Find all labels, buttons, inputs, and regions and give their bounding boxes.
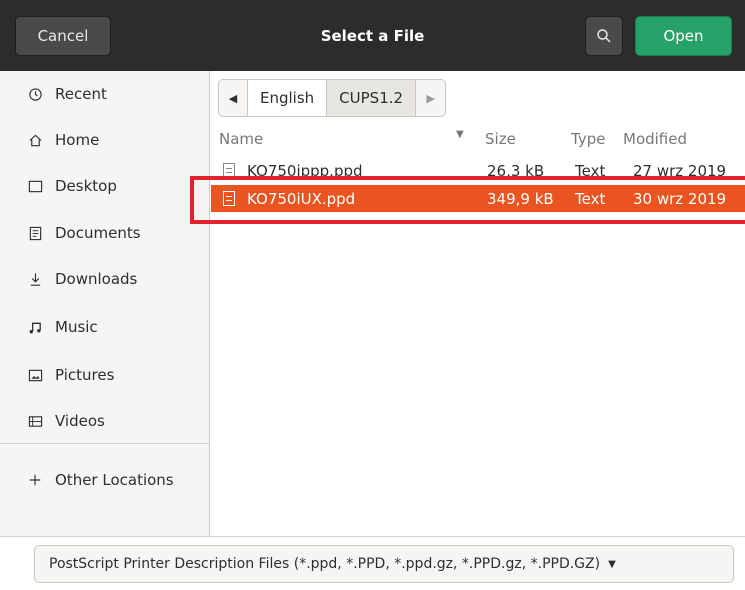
sidebar-item-label: Other Locations [55, 471, 174, 489]
file-name: KO750iUX.ppd [247, 189, 356, 208]
videos-icon [27, 413, 43, 429]
file-row-selected[interactable]: KO750iUX.ppd 349,9 kB Text 30 wrz 2019 [211, 185, 745, 212]
documents-icon [27, 225, 43, 241]
file-type-filter-dropdown[interactable]: PostScript Printer Description Files (*.… [34, 545, 734, 583]
sidebar-item-label: Home [55, 131, 100, 149]
sidebar-item-recent[interactable]: Recent [0, 71, 209, 117]
plus-icon [27, 472, 43, 488]
chevron-down-icon: ▼ [608, 558, 616, 570]
sidebar-item-label: Videos [55, 412, 105, 430]
sidebar-item-label: Recent [55, 85, 107, 103]
search-button[interactable] [585, 16, 623, 56]
chevron-right-icon: ▶ [426, 91, 435, 105]
sidebar-item-downloads[interactable]: Downloads [0, 256, 209, 302]
sidebar-item-label: Desktop [55, 177, 117, 195]
search-icon [597, 29, 611, 43]
download-icon [27, 271, 43, 287]
sidebar-item-other-locations[interactable]: Other Locations [0, 457, 209, 503]
file-browser: ◀ English CUPS1.2 ▶ Name ▼ Size Type Mod… [211, 71, 745, 536]
column-header-name[interactable]: Name [219, 125, 263, 153]
desktop-icon [27, 178, 43, 194]
text-file-icon [223, 191, 235, 206]
sidebar-divider [0, 443, 209, 444]
clock-icon [27, 86, 43, 102]
path-forward-button[interactable]: ▶ [416, 79, 447, 117]
sidebar-item-documents[interactable]: Documents [0, 210, 209, 256]
sidebar-item-music[interactable]: Music [0, 304, 209, 350]
file-modified: 27 wrz 2019 [633, 161, 727, 180]
path-back-button[interactable]: ◀ [218, 79, 248, 117]
header-bar: Cancel Select a File Open [0, 0, 745, 71]
chevron-left-icon: ◀ [228, 91, 238, 105]
places-sidebar: Recent Home Desktop Documents Downloads … [0, 71, 210, 536]
sidebar-item-label: Music [55, 318, 98, 336]
path-crumb-cups[interactable]: CUPS1.2 [327, 79, 417, 117]
column-header-type[interactable]: Type [571, 125, 605, 153]
cancel-button[interactable]: Cancel [15, 16, 111, 56]
sidebar-item-label: Pictures [55, 366, 115, 384]
sidebar-item-home[interactable]: Home [0, 117, 209, 163]
sidebar-item-pictures[interactable]: Pictures [0, 352, 209, 398]
home-icon [27, 132, 43, 148]
sidebar-item-label: Documents [55, 224, 141, 242]
file-size: 26,3 kB [487, 161, 545, 180]
file-row[interactable]: KO750ippp.ppd 26,3 kB Text 27 wrz 2019 [211, 157, 745, 184]
bottom-divider [0, 536, 745, 537]
sidebar-item-label: Downloads [55, 270, 138, 288]
column-header-size[interactable]: Size [485, 125, 516, 153]
sort-descending-icon: ▼ [456, 129, 464, 140]
text-file-icon [223, 163, 235, 178]
open-button[interactable]: Open [635, 16, 732, 56]
pictures-icon [27, 367, 43, 383]
column-header-modified[interactable]: Modified [623, 125, 687, 153]
dialog-title: Select a File [320, 26, 425, 45]
path-crumb-english[interactable]: English [248, 79, 328, 117]
filter-selected-label: PostScript Printer Description Files (*.… [49, 556, 601, 572]
sidebar-item-desktop[interactable]: Desktop [0, 163, 209, 209]
file-name: KO750ippp.ppd [247, 161, 363, 180]
file-type: Text [575, 189, 606, 208]
file-type: Text [575, 161, 606, 180]
path-bar: ◀ English CUPS1.2 ▶ [218, 79, 447, 117]
sidebar-item-videos[interactable]: Videos [0, 398, 209, 444]
file-size: 349,9 kB [487, 189, 554, 208]
file-modified: 30 wrz 2019 [633, 189, 727, 208]
music-icon [27, 319, 43, 335]
